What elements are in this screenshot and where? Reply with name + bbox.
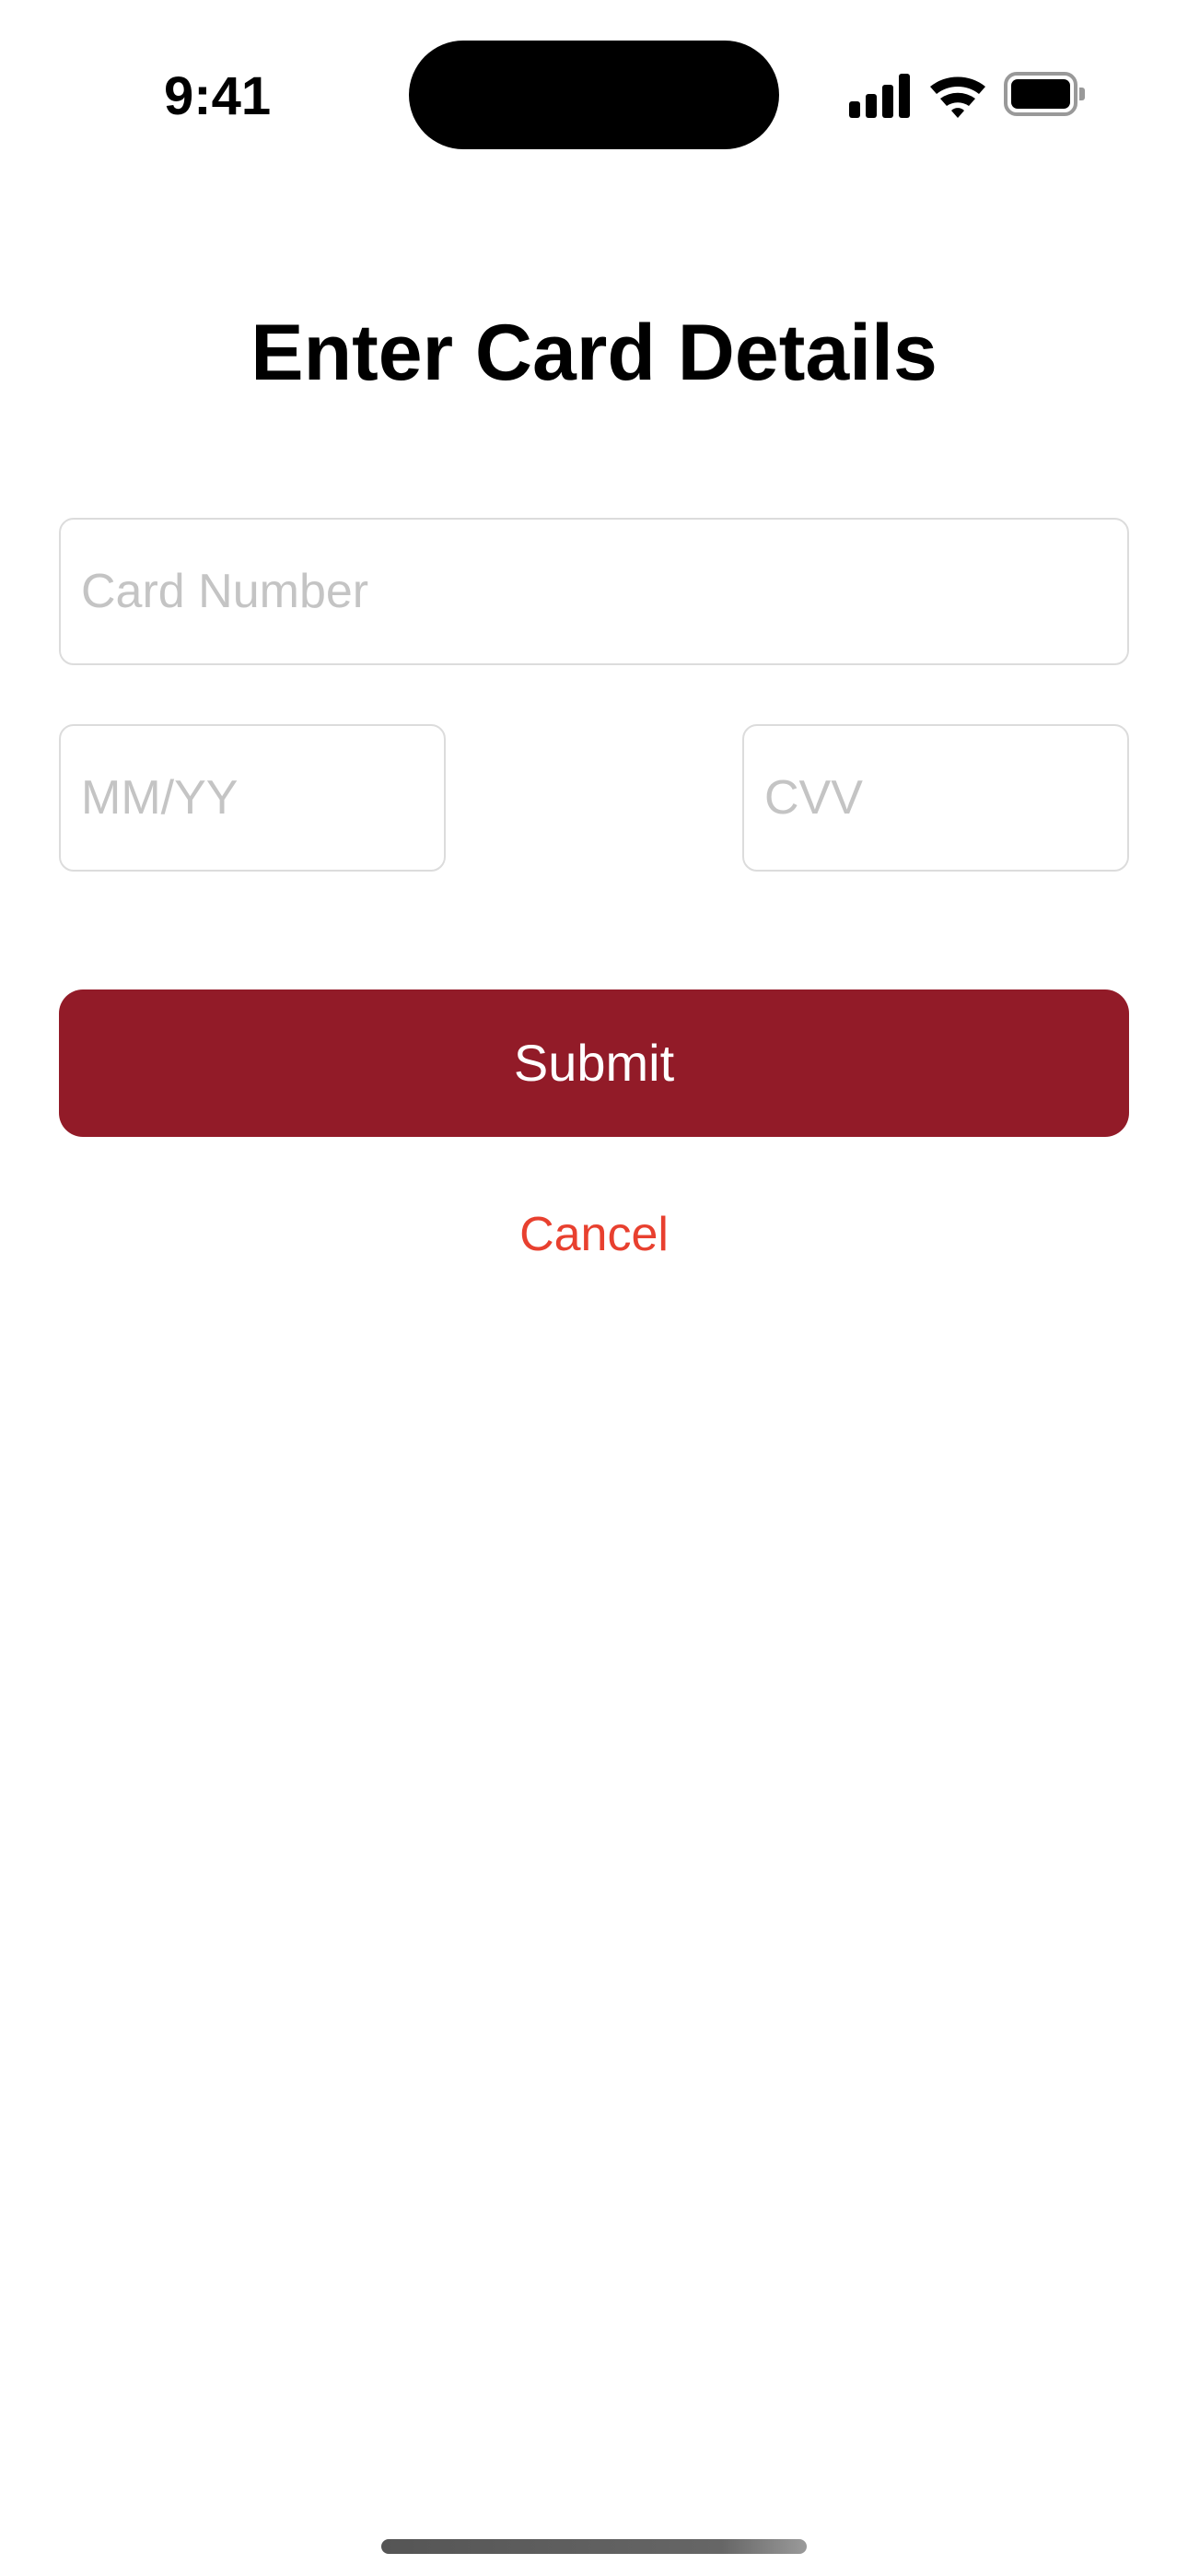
status-time: 9:41 (164, 66, 272, 126)
page-title: Enter Card Details (250, 309, 938, 397)
cancel-button[interactable]: Cancel (410, 1198, 778, 1271)
cellular-signal-icon (849, 74, 910, 118)
wifi-icon (930, 76, 985, 118)
expiry-date-input[interactable] (59, 724, 446, 872)
home-indicator[interactable] (381, 2539, 807, 2554)
card-number-input[interactable] (59, 518, 1129, 665)
status-icons (849, 72, 1085, 118)
battery-icon (1004, 72, 1085, 116)
submit-button[interactable]: Submit (59, 989, 1129, 1137)
dynamic-island (409, 41, 779, 149)
cvv-input[interactable] (742, 724, 1129, 872)
